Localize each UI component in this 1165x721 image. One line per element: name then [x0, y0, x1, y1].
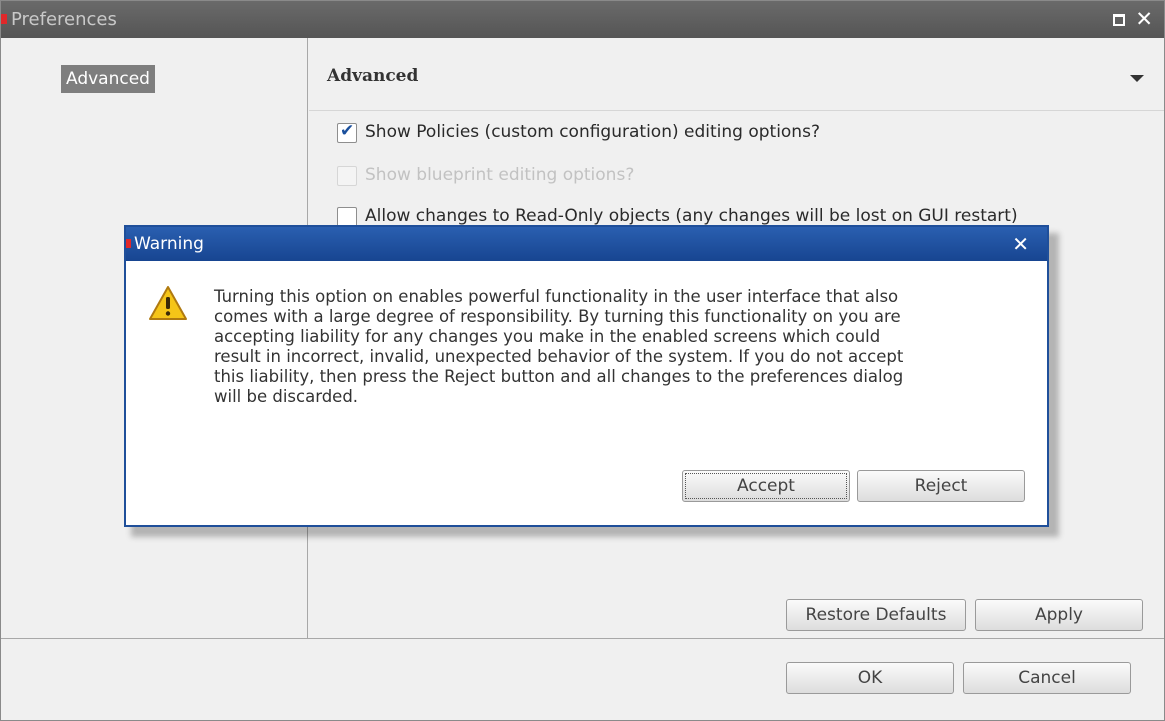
- warning-message: Turning this option on enables powerful …: [214, 287, 1034, 407]
- section-divider: [309, 110, 1164, 111]
- cancel-button[interactable]: Cancel: [963, 662, 1131, 694]
- sidebar-item-advanced[interactable]: Advanced: [61, 65, 155, 93]
- close-icon[interactable]: ✕: [1012, 227, 1029, 261]
- checkbox-show-blueprint: [337, 166, 357, 186]
- checkbox-show-policies[interactable]: [337, 121, 357, 143]
- apply-button[interactable]: Apply: [975, 599, 1143, 631]
- preferences-titlebar[interactable]: Preferences ✕: [1, 1, 1164, 38]
- warning-message-line: comes with a large degree of responsibil…: [214, 307, 901, 326]
- window-status-dot: [1, 14, 7, 24]
- warning-message-line: Turning this option on enables powerful …: [214, 287, 899, 306]
- reject-button[interactable]: Reject: [857, 470, 1025, 502]
- dialog-status-dot: [126, 239, 131, 248]
- option-label: Allow changes to Read-Only objects (any …: [365, 206, 1018, 226]
- restore-defaults-button[interactable]: Restore Defaults: [786, 599, 966, 631]
- option-label: Show blueprint editing options?: [365, 165, 635, 185]
- warning-message-line: will be discarded.: [214, 387, 359, 406]
- footer-divider: [1, 638, 1164, 639]
- warning-message-line: result in incorrect, invalid, unexpected…: [214, 347, 904, 366]
- close-icon[interactable]: ✕: [1135, 1, 1153, 38]
- warning-message-line: this liability, then press the Reject bu…: [214, 367, 904, 386]
- warning-title: Warning: [134, 234, 204, 254]
- preferences-title: Preferences: [11, 9, 117, 30]
- checkbox-allow-readonly-changes[interactable]: [337, 207, 357, 227]
- warning-message-line: accepting liability for any changes you …: [214, 327, 881, 346]
- warning-icon: [149, 286, 187, 320]
- caret-down-icon[interactable]: [1130, 75, 1144, 82]
- section-title[interactable]: Advanced: [327, 66, 418, 86]
- accept-button[interactable]: Accept: [682, 470, 850, 502]
- warning-dialog: Warning ✕ Turning this option on enables…: [124, 225, 1049, 527]
- option-label: Show Policies (custom configuration) edi…: [365, 122, 820, 142]
- maximize-icon[interactable]: [1113, 14, 1125, 26]
- warning-titlebar[interactable]: Warning ✕: [126, 227, 1047, 261]
- ok-button[interactable]: OK: [786, 662, 954, 694]
